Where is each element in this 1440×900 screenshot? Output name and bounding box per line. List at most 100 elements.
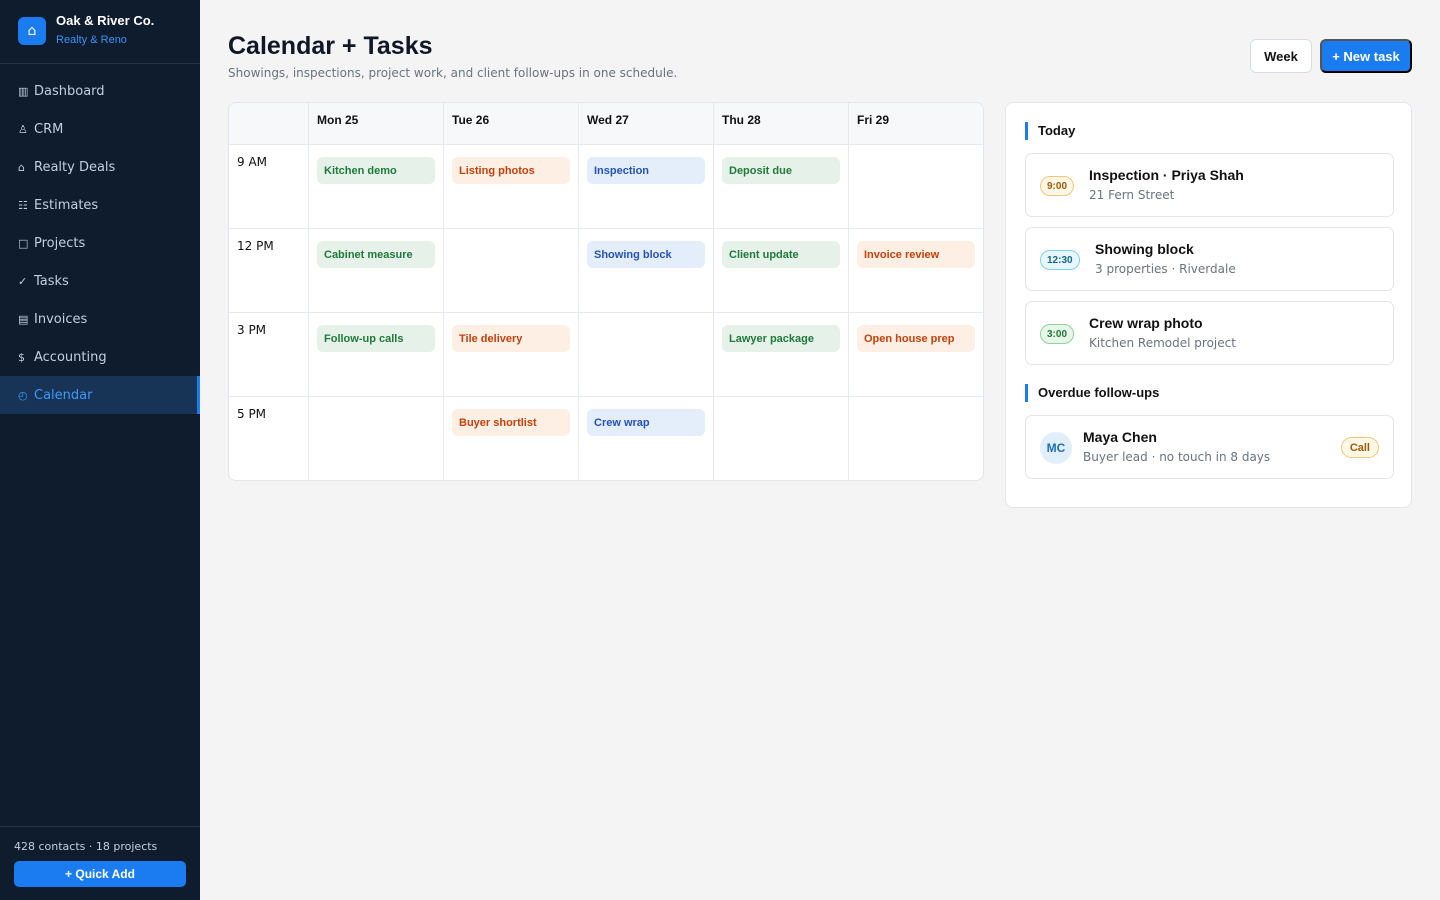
page-title: Calendar + Tasks — [228, 32, 433, 60]
sidebar-footer: 428 contacts · 18 projects + Quick Add — [0, 826, 200, 900]
calendar-slot[interactable] — [579, 313, 714, 397]
sidebar-item-tasks[interactable]: ✓ Tasks — [0, 262, 200, 300]
overdue-heading: Overdue follow-ups — [1025, 384, 1159, 402]
calendar-slot[interactable]: Buyer shortlist — [444, 397, 579, 480]
sidebar-item-label: CRM — [34, 121, 64, 137]
calendar-event[interactable]: Kitchen demo — [317, 157, 435, 184]
calendar-event[interactable]: Listing photos — [452, 157, 570, 184]
task-title: Showing block — [1095, 241, 1194, 257]
sidebar-item-calendar[interactable]: ◴ Calendar — [0, 376, 200, 414]
calendar-event[interactable]: Inspection — [587, 157, 705, 184]
calendar-slot[interactable] — [849, 397, 983, 480]
day-header: Wed 27 — [579, 103, 714, 145]
contact-name: Maya Chen — [1083, 429, 1157, 445]
sidebar-item-label: Projects — [34, 235, 86, 251]
document-icon: ▤ — [18, 312, 29, 326]
today-task-card[interactable]: 9:00 Inspection · Priya Shah 21 Fern Str… — [1025, 153, 1394, 217]
calendar-slot[interactable]: Crew wrap — [579, 397, 714, 480]
calendar-slot[interactable]: Kitchen demo — [309, 145, 444, 229]
brand: ⌂ Oak & River Co. Realty & Reno — [0, 0, 200, 64]
day-header: Fri 29 — [849, 103, 983, 145]
sidebar-item-label: Dashboard — [34, 83, 105, 99]
sidebar-item-accounting[interactable]: $ Accounting — [0, 338, 200, 376]
calendar-event[interactable]: Buyer shortlist — [452, 409, 570, 436]
calendar-slot[interactable]: Showing block — [579, 229, 714, 313]
week-view-button[interactable]: Week — [1250, 39, 1312, 73]
brand-name: Oak & River Co. — [56, 13, 155, 28]
sidebar-item-crm[interactable]: ♙ CRM — [0, 110, 200, 148]
calendar-event[interactable]: Open house prep — [857, 325, 975, 352]
calendar-event[interactable]: Invoice review — [857, 241, 975, 268]
calendar-slot[interactable]: Inspection — [579, 145, 714, 229]
sidebar-item-label: Estimates — [34, 197, 99, 213]
day-header: Thu 28 — [714, 103, 849, 145]
dollar-icon: $ — [18, 350, 25, 364]
day-header: Mon 25 — [309, 103, 444, 145]
square-icon: □ — [18, 236, 29, 250]
calendar-slot[interactable] — [714, 397, 849, 480]
calendar-slot[interactable]: Open house prep — [849, 313, 983, 397]
home-icon[interactable]: ⌂ — [18, 17, 46, 45]
task-subtitle: 21 Fern Street — [1089, 188, 1175, 202]
clock-icon: ◴ — [18, 388, 28, 402]
calendar-event[interactable]: Cabinet measure — [317, 241, 435, 268]
calendar-slot[interactable]: Client update — [714, 229, 849, 313]
sidebar-item-label: Tasks — [34, 273, 69, 289]
calendar-event[interactable]: Showing block — [587, 241, 705, 268]
calendar-week-grid: Mon 25 Tue 26 Wed 27 Thu 28 Fri 29 9 AM … — [228, 102, 984, 481]
footer-stats: 428 contacts · 18 projects — [14, 840, 158, 853]
sidebar-item-invoices[interactable]: ▤ Invoices — [0, 300, 200, 338]
task-title: Inspection · Priya Shah — [1089, 167, 1244, 183]
sidebar-item-dashboard[interactable]: ▥ Dashboard — [0, 72, 200, 110]
day-header: Tue 26 — [444, 103, 579, 145]
time-badge: 9:00 — [1040, 176, 1075, 196]
time-badge: 12:30 — [1040, 250, 1080, 270]
call-button[interactable]: Call — [1340, 437, 1379, 458]
sidebar: ⌂ Oak & River Co. Realty & Reno ▥ Dashboa… — [0, 0, 200, 900]
avatar: MC — [1040, 432, 1072, 464]
sidebar-item-label: Calendar — [34, 387, 93, 403]
time-label: 12 PM — [229, 229, 309, 313]
task-title: Crew wrap photo — [1089, 315, 1203, 331]
calendar-slot[interactable] — [309, 397, 444, 480]
calendar-event[interactable]: Crew wrap — [587, 409, 705, 436]
calendar-slot[interactable]: Listing photos — [444, 145, 579, 229]
today-task-card[interactable]: 12:30 Showing block 3 properties · River… — [1025, 227, 1394, 291]
task-subtitle: Kitchen Remodel project — [1089, 336, 1236, 350]
quick-add-button[interactable]: + Quick Add — [14, 861, 186, 887]
calendar-slot[interactable] — [444, 229, 579, 313]
calendar-slot[interactable]: Deposit due — [714, 145, 849, 229]
page-subtitle: Showings, inspections, project work, and… — [228, 66, 678, 80]
sidebar-item-projects[interactable]: □ Projects — [0, 224, 200, 262]
calendar-slot[interactable]: Invoice review — [849, 229, 983, 313]
calendar-slot[interactable]: Tile delivery — [444, 313, 579, 397]
dashboard-icon: ▥ — [18, 84, 29, 98]
sidebar-item-label: Accounting — [34, 349, 107, 365]
time-label: 5 PM — [229, 397, 309, 480]
today-task-card[interactable]: 3:00 Crew wrap photo Kitchen Remodel pro… — [1025, 301, 1394, 365]
today-heading: Today — [1025, 122, 1075, 140]
sidebar-item-realty-deals[interactable]: ⌂ Realty Deals — [0, 148, 200, 186]
calendar-event[interactable]: Deposit due — [722, 157, 840, 184]
overdue-followup-card[interactable]: MC Maya Chen Buyer lead · no touch in 8 … — [1025, 415, 1394, 479]
calendar-event[interactable]: Lawyer package — [722, 325, 840, 352]
calendar-slot[interactable]: Follow-up calls — [309, 313, 444, 397]
check-icon: ✓ — [18, 274, 28, 288]
calendar-slot[interactable]: Lawyer package — [714, 313, 849, 397]
agenda-panel: Today 9:00 Inspection · Priya Shah 21 Fe… — [1005, 102, 1412, 508]
new-task-button[interactable]: + New task — [1320, 39, 1412, 73]
time-label: 3 PM — [229, 313, 309, 397]
calendar-event[interactable]: Client update — [722, 241, 840, 268]
time-label: 9 AM — [229, 145, 309, 229]
sidebar-item-label: Realty Deals — [34, 159, 116, 175]
task-subtitle: 3 properties · Riverdale — [1095, 262, 1236, 276]
calendar-event[interactable]: Follow-up calls — [317, 325, 435, 352]
list-icon: ☷ — [18, 198, 28, 212]
calendar-slot[interactable]: Cabinet measure — [309, 229, 444, 313]
sidebar-item-estimates[interactable]: ☷ Estimates — [0, 186, 200, 224]
sidebar-nav: ▥ Dashboard ♙ CRM ⌂ Realty Deals ☷ Estimates… — [0, 64, 200, 414]
sidebar-item-label: Invoices — [34, 311, 88, 327]
brand-subtitle: Realty & Reno — [56, 34, 127, 46]
calendar-event[interactable]: Tile delivery — [452, 325, 570, 352]
calendar-slot[interactable] — [849, 145, 983, 229]
